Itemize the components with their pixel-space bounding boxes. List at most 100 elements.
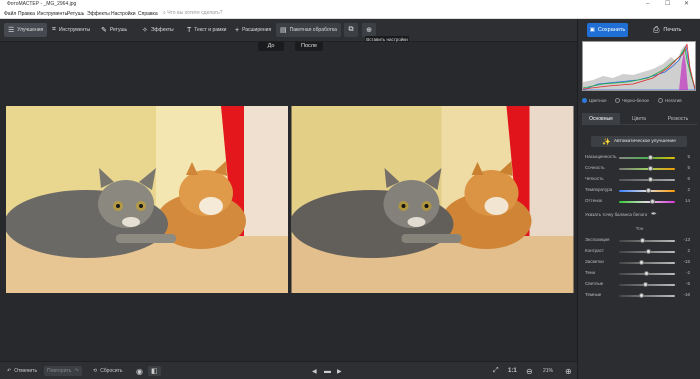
close-button[interactable]: ✕ [684,0,689,8]
slider-saturation[interactable]: Насыщенность 5 [582,153,697,162]
mode-color-radio[interactable]: Цветное [582,98,607,103]
slider-knob[interactable] [648,155,653,160]
slider-label: Насыщенность [585,154,617,159]
print-button[interactable]: ⎙ Печать [653,23,695,37]
slider-label: Засветки [585,259,604,264]
minimize-button[interactable]: – [646,0,649,8]
menu-effects[interactable]: Эффекты [87,11,110,17]
menu-edit[interactable]: Правка [18,11,35,17]
actual-size-button[interactable]: 1:1 [505,366,520,376]
tab-extensions-label: Расширения [242,27,272,33]
tab-text-frames[interactable]: T Текст и рамки [183,23,230,37]
undo-button[interactable]: ↶ Отменить [4,366,40,376]
slider-whites[interactable]: Светлые -5 [582,280,697,289]
prev-photo-button[interactable]: ◀ [309,366,320,376]
slider-track[interactable] [619,179,675,181]
mode-negative-radio[interactable]: Негатив [658,98,682,103]
text-icon: T [187,26,192,34]
slider-knob[interactable] [648,166,653,171]
batch-processing-label: Пакетная обработка [289,27,337,33]
sliders-icon: ☰ [8,27,15,34]
tab-basic[interactable]: Основные [582,113,620,125]
tab-retouch-label: Ретушь [109,27,128,33]
preview-toggle-button[interactable]: ◉ [133,366,146,376]
paste-settings-button[interactable]: ⊕ [362,23,376,37]
slider-knob[interactable] [644,271,649,276]
slider-blacks[interactable]: Темные -16 [582,291,697,300]
batch-processing-button[interactable]: ▤ Пакетная обработка [276,23,341,37]
slider-knob[interactable] [646,249,651,254]
slider-tint[interactable]: Оттенок 14 [582,197,697,206]
minus-circle-icon: ⊖ [526,366,533,376]
slider-track[interactable] [619,201,675,203]
next-photo-button[interactable]: ▶ [334,366,345,376]
slider-label: Температура [585,187,613,192]
search-field[interactable]: ⌕ Что вы хотите сделать? [163,10,273,17]
tab-retouch[interactable]: ✎ Ретушь [97,23,131,37]
slider-label: Светлые [585,281,604,286]
reset-button[interactable]: ⟲ Сбросить [90,366,125,376]
paste-settings-icon: ⊕ [366,27,372,34]
zoom-in-button[interactable]: ⊕ [562,366,575,376]
radio-icon [615,98,620,103]
slider-temperature[interactable]: Температура 2 [582,186,697,195]
fit-screen-button[interactable]: ⤢ [490,366,502,376]
bottom-bar: ↶ Отменить Повторить ↷ ⟲ Сбросить ◉ ◧ ◀ ▬ ▶… [0,361,577,379]
adjustments-panel: ▣ Сохранить ⎙ Печать Цветное Черно-белое Н… [577,19,700,379]
tab-enhancements[interactable]: ☰ Улучшения [4,23,48,37]
slider-track[interactable] [619,295,675,297]
slider-knob[interactable] [643,282,648,287]
plus-icon: + [235,26,240,34]
copy-settings-icon: ⧉ [348,26,354,33]
tab-sharpness[interactable]: Резкость [659,113,697,125]
slider-value: -2 [685,270,690,275]
zoom-out-button[interactable]: ⊖ [523,366,536,376]
slider-knob[interactable] [639,260,644,265]
maximize-button[interactable]: ☐ [665,0,670,8]
slider-track[interactable] [619,168,675,170]
slider-knob[interactable] [650,199,655,204]
sparkle-icon: ✨ [602,138,611,146]
window-title: ФотоМАСТЕР - _MG_2964.jpg [7,1,77,7]
slider-track[interactable] [619,157,675,159]
save-button[interactable]: ▣ Сохранить [587,23,628,37]
compare-view-button[interactable]: ◧ [148,366,161,376]
undo-icon: ↶ [7,368,12,374]
tab-tools[interactable]: ⌗ Инструменты [48,23,94,37]
menu-tools[interactable]: Инструменты [37,11,68,17]
slider-track[interactable] [619,262,675,264]
tab-extensions[interactable]: + Расширения [231,23,275,37]
tab-text-frames-label: Текст и рамки [194,27,227,33]
slider-shadows[interactable]: Тени -2 [582,269,697,278]
slider-highlights[interactable]: Засветки -15 [582,258,697,267]
auto-enhance-button[interactable]: ✨ Автоматическое улучшение [591,136,687,147]
slider-clarity[interactable]: Четкость 6 [582,175,697,184]
slider-knob[interactable] [640,238,645,243]
save-icon: ▣ [589,27,595,33]
eyedropper-button[interactable]: ✒ [651,210,657,218]
slider-label: Сочность [585,165,605,170]
copy-settings-button[interactable]: ⧉ [344,23,358,37]
menu-retouch[interactable]: Ретушь [67,11,84,17]
tab-colors[interactable]: Цвета [620,113,658,125]
menu-file[interactable]: Файл [4,11,16,17]
white-balance-label: Указать точку баланса белого [585,212,648,217]
slider-vibrance[interactable]: Сочность 5 [582,164,697,173]
slider-contrast[interactable]: Контраст 2 [582,247,697,256]
slider-knob[interactable] [639,293,644,298]
search-icon: ⌕ [163,10,166,16]
slider-value: 5 [687,165,690,170]
magic-wand-icon: ✧ [142,27,148,34]
slider-track[interactable] [619,240,675,242]
slider-exposure[interactable]: Экспозиция -13 [582,236,697,245]
print-label: Печать [663,27,682,33]
mode-bw-radio[interactable]: Черно-белое [615,98,649,103]
slider-knob[interactable] [648,177,653,182]
main-toolbar: ☰ Улучшения ⌗ Инструменты ✎ Ретушь ✧ Эффекты… [0,19,577,42]
menu-help[interactable]: Справка [138,11,158,17]
slider-knob[interactable] [646,188,651,193]
menu-settings[interactable]: Настройки [111,11,136,17]
open-folder-button[interactable]: ▬ [321,366,334,376]
redo-button[interactable]: Повторить ↷ [44,366,82,376]
tab-effects[interactable]: ✧ Эффекты [138,23,178,37]
